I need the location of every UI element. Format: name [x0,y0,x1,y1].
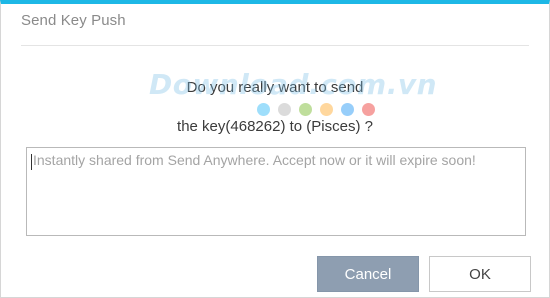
confirmation-message: Do you really want to send the key(46826… [1,68,549,146]
message-line-2: the key(468262) to (Pisces) ? [177,118,373,135]
cancel-button[interactable]: Cancel [317,256,419,292]
message-line-1: Do you really want to send [186,79,364,96]
title-divider [21,45,529,46]
dialog-title: Send Key Push [21,12,126,29]
text-cursor [31,154,32,170]
push-message-textarea[interactable] [26,147,526,236]
ok-button[interactable]: OK [429,256,531,292]
send-key-push-dialog: Send Key Push Do you really want to send… [0,0,550,298]
